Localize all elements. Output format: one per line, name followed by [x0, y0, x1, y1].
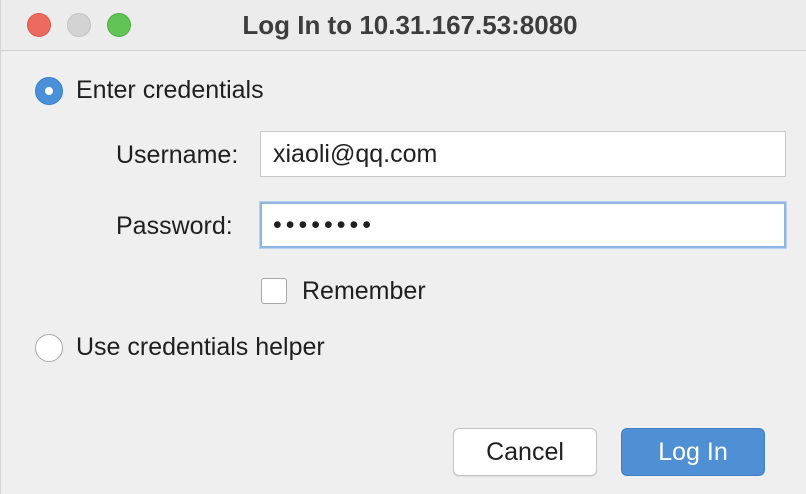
remember-checkbox[interactable] [261, 278, 287, 304]
remember-label[interactable]: Remember [302, 277, 426, 306]
title-bar: Log In to 10.31.167.53:8080 [1, 0, 806, 51]
login-button[interactable]: Log In [621, 428, 765, 476]
credentials-helper-radio[interactable] [35, 334, 63, 362]
credentials-helper-label[interactable]: Use credentials helper [76, 333, 325, 362]
enter-credentials-label[interactable]: Enter credentials [76, 76, 264, 105]
username-input[interactable] [260, 131, 786, 177]
password-label: Password: [116, 212, 233, 240]
cancel-button[interactable]: Cancel [453, 428, 597, 476]
window-title: Log In to 10.31.167.53:8080 [242, 10, 578, 40]
username-label: Username: [116, 141, 239, 169]
password-input[interactable]: •••••••• [260, 202, 786, 248]
login-dialog: Log In to 10.31.167.53:8080 Enter creden… [0, 0, 806, 494]
enter-credentials-radio[interactable] [35, 77, 63, 105]
